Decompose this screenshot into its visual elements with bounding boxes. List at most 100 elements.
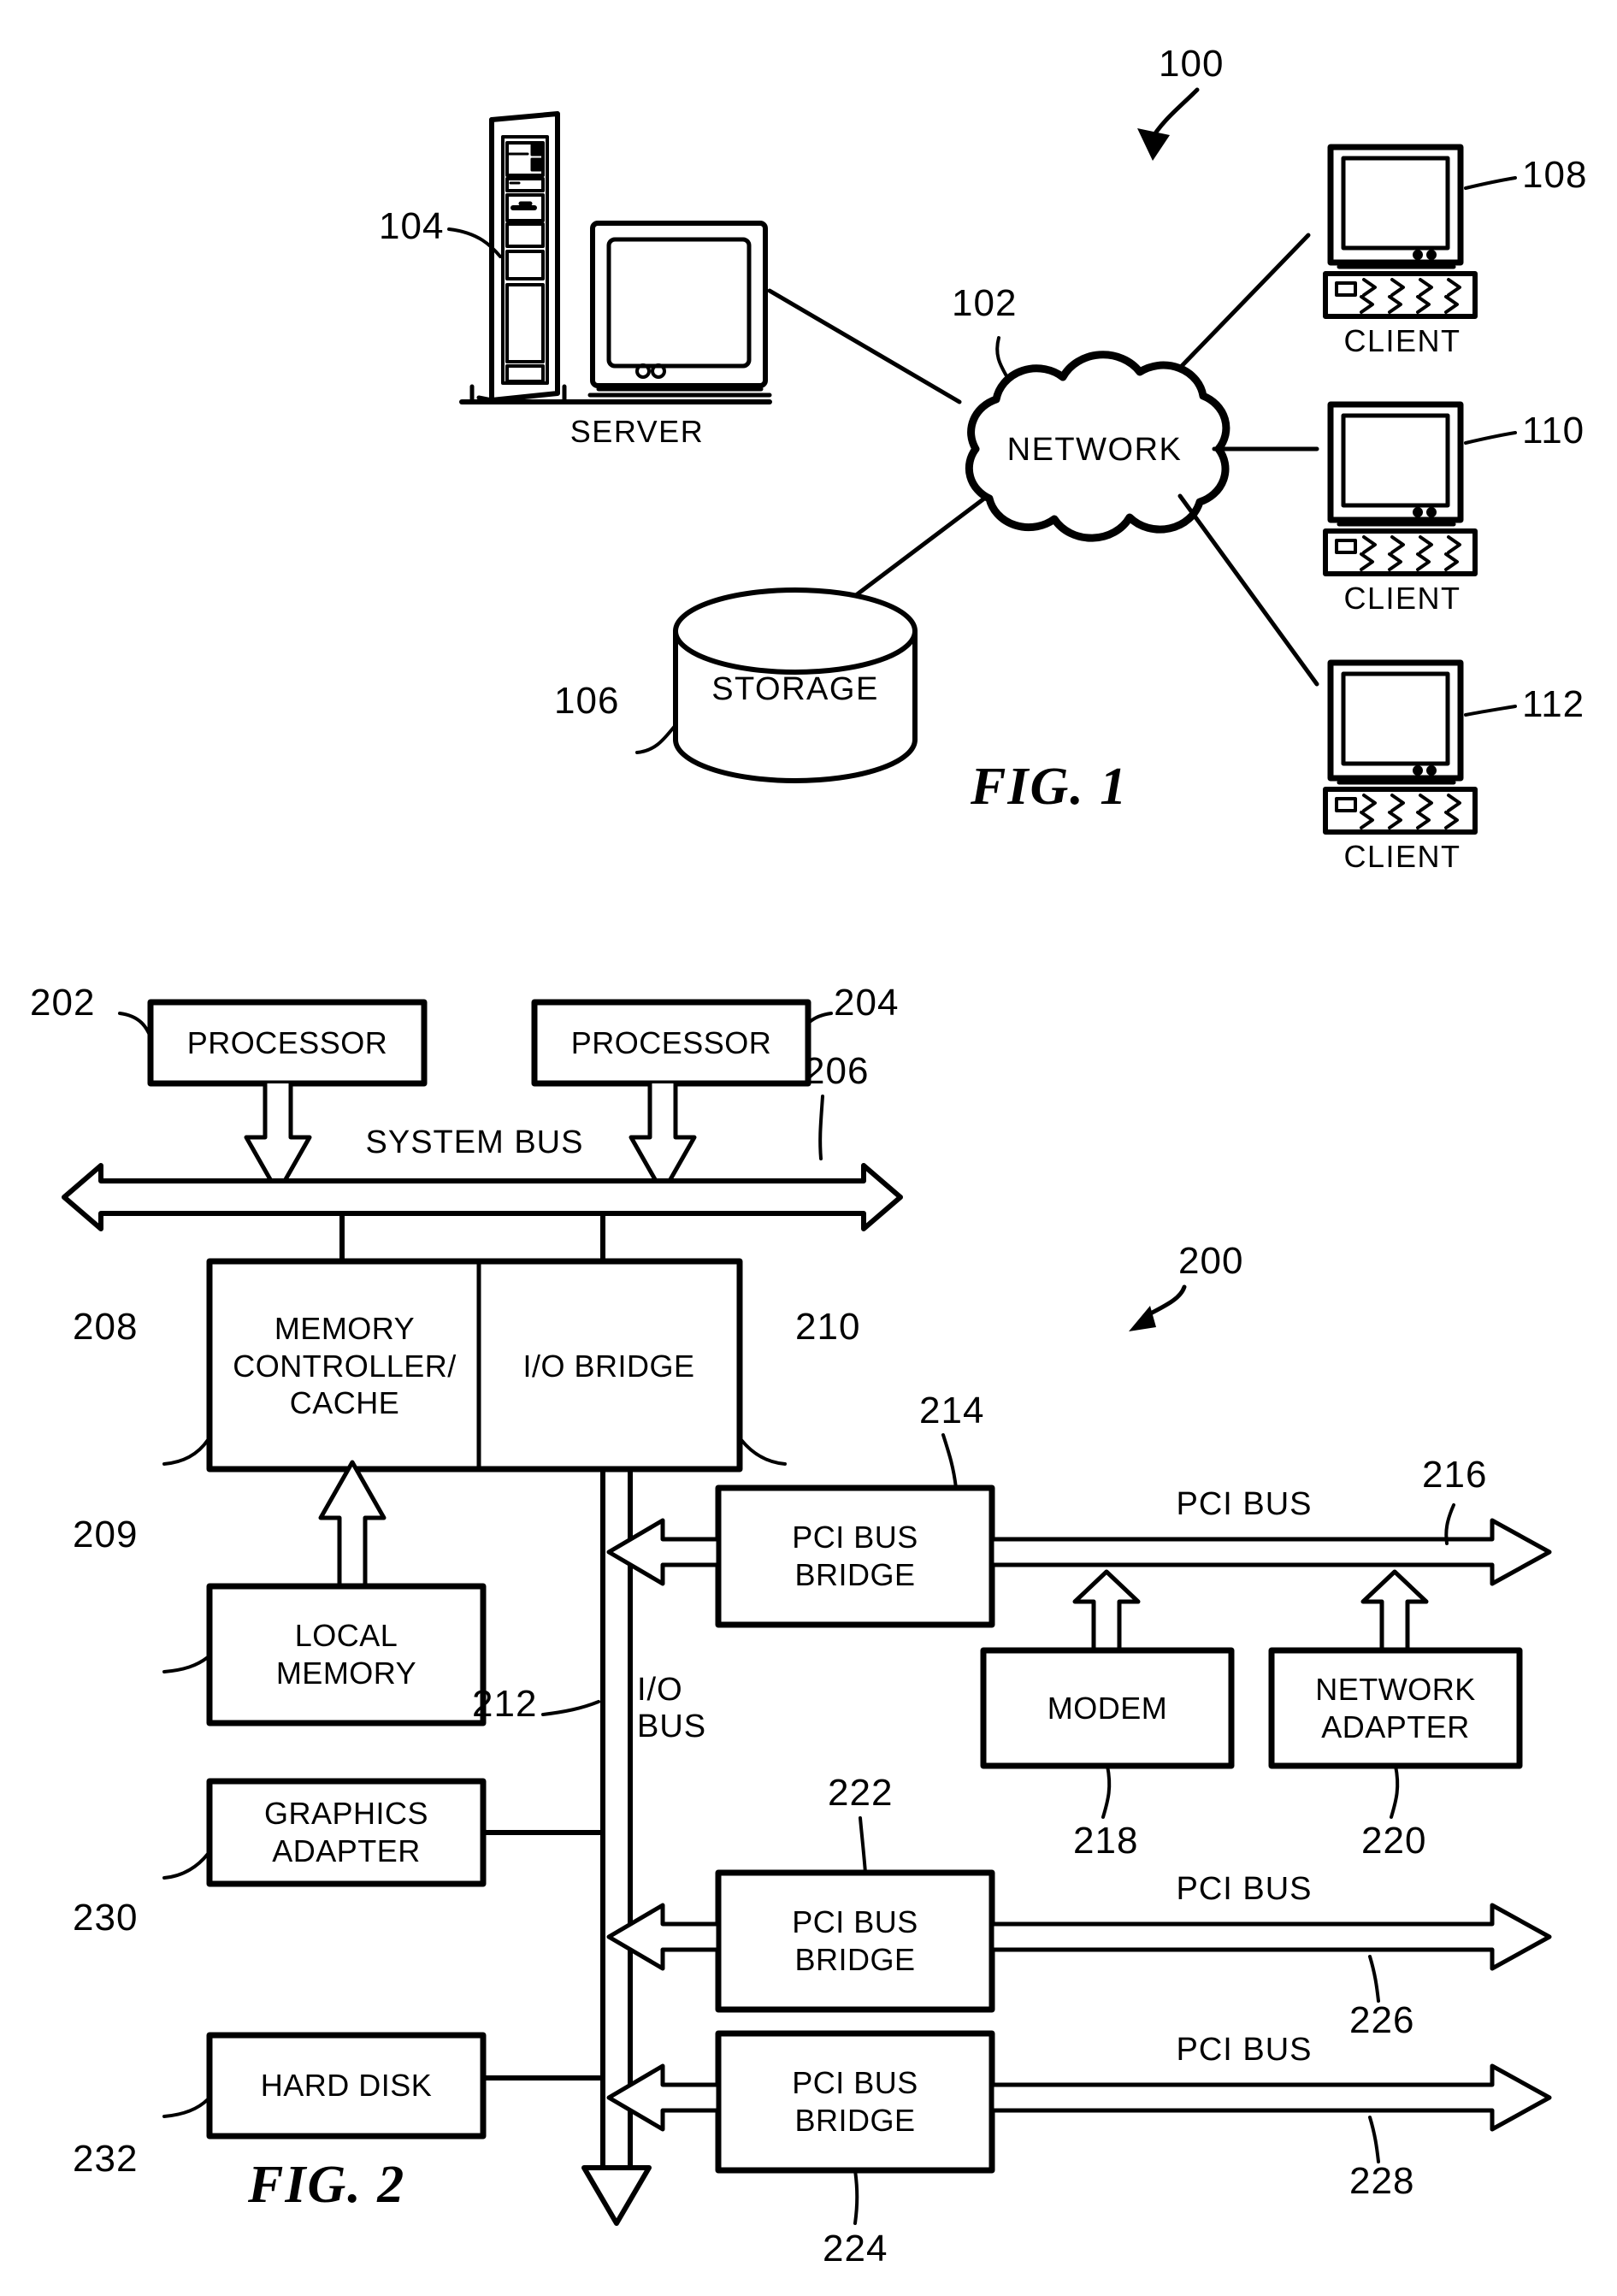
ref-230: 230 (73, 1897, 139, 1939)
pci-bus-3-arrow (989, 2063, 1552, 2132)
server-label: SERVER (569, 414, 705, 449)
link-network-client1 (1177, 233, 1311, 370)
ref-202-leader (118, 1012, 154, 1043)
ref-112-leader (1464, 705, 1517, 717)
io-bus-arrowhead (581, 2165, 652, 2226)
ref-222: 222 (828, 1772, 894, 1814)
pci-bus-bridge-1-line-1: PCI BUS (792, 1520, 918, 1555)
pci-bus-1-label: PCI BUS (1176, 1486, 1313, 1522)
processor-1-label: PROCESSOR (186, 1024, 388, 1060)
pci-bus-3-label: PCI BUS (1176, 2032, 1313, 2068)
pci-bus-bridge-2-label: PCI BUS BRIDGE (718, 1873, 992, 2010)
ref-210: 210 (795, 1306, 861, 1348)
ref-202: 202 (30, 982, 96, 1024)
pci-bus-bridge-1-label: PCI BUS BRIDGE (718, 1488, 992, 1625)
memory-controller-line-1: MEMORY (274, 1310, 416, 1346)
ref-100-leader (1137, 87, 1200, 161)
patent-drawing-sheet: 100 104 SERVER 102 NETWORK 106 STORAGE 1… (0, 0, 1617, 2296)
pci-bus-bridge-3-label: PCI BUS BRIDGE (718, 2033, 992, 2170)
pci-bus-2-arrow (989, 1903, 1552, 1971)
ref-206: 206 (804, 1050, 870, 1092)
server-tower-icon (459, 111, 601, 404)
network-adapter-line-1: NETWORK (1315, 1671, 1476, 1707)
client2-label: CLIENT (1343, 581, 1461, 616)
ref-204: 204 (834, 982, 900, 1024)
client1-icon (1323, 144, 1478, 319)
pci-bus-2-label: PCI BUS (1176, 1871, 1313, 1907)
server-monitor-icon (545, 221, 772, 404)
ref-106: 106 (554, 680, 620, 722)
ref-220: 220 (1361, 1820, 1427, 1862)
processor-2-to-bus-arrow (629, 1081, 697, 1195)
modem-label: MODEM (1047, 1690, 1168, 1726)
ref-102-leader (995, 336, 1011, 382)
ref-110-leader (1464, 431, 1517, 445)
network-adapter-label: NETWORK ADAPTER (1272, 1650, 1520, 1766)
ref-226-leader (1368, 1955, 1380, 2003)
ref-104: 104 (379, 205, 445, 247)
ref-224-leader (853, 2169, 859, 2225)
local-memory-label: LOCAL MEMORY (210, 1586, 483, 1723)
system-bus-label: SYSTEM BUS (365, 1124, 584, 1160)
ref-106-leader (635, 723, 677, 754)
client1-label: CLIENT (1343, 323, 1461, 358)
pci-bus-bridge-2-line-1: PCI BUS (792, 1904, 918, 1940)
ref-112: 112 (1522, 683, 1585, 725)
fig1-title: FIG. 1 (971, 758, 1129, 816)
ref-230-leader (162, 1852, 210, 1880)
ref-218-leader (1101, 1764, 1112, 1819)
ref-208: 208 (73, 1306, 139, 1348)
hard-disk-label: HARD DISK (260, 2068, 433, 2104)
ref-232-leader (162, 2098, 210, 2118)
pci-bridge-1-to-io-bus-arrow (606, 1518, 721, 1586)
local-memory-to-controller-arrow (318, 1460, 387, 1589)
pci-bridge-3-to-io-bus-arrow (606, 2063, 721, 2132)
pci-bus-1-arrow (989, 1518, 1552, 1586)
system-bus-arrow (62, 1163, 903, 1231)
ref-200: 200 (1178, 1240, 1244, 1282)
memory-controller-line-2: CONTROLLER/ (233, 1348, 457, 1384)
pci-bus-bridge-3-line-1: PCI BUS (792, 2065, 918, 2101)
io-bridge-label: I/O BRIDGE (522, 1348, 695, 1384)
pci-bus-bridge-2-line-2: BRIDGE (794, 1942, 916, 1977)
ref-212-leader (541, 1700, 600, 1716)
pci-bridge-2-to-io-bus-arrow (606, 1903, 721, 1971)
local-memory-line-1: LOCAL (294, 1618, 398, 1654)
ref-108: 108 (1522, 154, 1588, 196)
ref-228: 228 (1349, 2160, 1415, 2202)
ref-209: 209 (73, 1514, 139, 1555)
client3-label: CLIENT (1343, 839, 1461, 874)
ref-232: 232 (73, 2138, 139, 2180)
client3-icon (1323, 659, 1478, 835)
network-adapter-to-pci-arrow (1360, 1569, 1429, 1653)
ref-214-leader (941, 1433, 958, 1490)
client2-icon (1323, 401, 1478, 576)
network-label: NETWORK (1006, 432, 1183, 468)
ref-214: 214 (919, 1390, 985, 1431)
ref-208-leader (162, 1438, 210, 1466)
graphics-adapter-line-2: ADAPTER (272, 1833, 421, 1868)
ref-206-leader (818, 1095, 824, 1160)
local-memory-line-2: MEMORY (275, 1656, 417, 1691)
io-bus-line (600, 1467, 633, 2187)
ref-228-leader (1368, 2116, 1380, 2163)
graphics-adapter-line-1: GRAPHICS (263, 1796, 429, 1832)
storage-label: STORAGE (711, 671, 879, 707)
memory-controller-line-3: CACHE (289, 1385, 400, 1421)
graphics-adapter-label: GRAPHICS ADAPTER (210, 1781, 483, 1884)
ref-216: 216 (1422, 1454, 1488, 1496)
ref-209-leader (162, 1656, 210, 1673)
ref-100: 100 (1159, 43, 1225, 85)
ref-224: 224 (823, 2228, 888, 2269)
ref-110: 110 (1522, 410, 1585, 452)
io-bus-line-1: I/O (637, 1672, 683, 1708)
ref-200-leader (1129, 1284, 1187, 1331)
processor-2-label: PROCESSOR (570, 1024, 772, 1060)
fig2-title: FIG. 2 (248, 2156, 406, 2214)
ref-210-leader (740, 1438, 787, 1466)
ref-226: 226 (1349, 1999, 1415, 2041)
processor-1-to-bus-arrow (244, 1081, 312, 1195)
pci-bus-bridge-3-line-2: BRIDGE (794, 2103, 916, 2138)
io-bus-line-2: BUS (637, 1709, 707, 1744)
network-adapter-line-2: ADAPTER (1321, 1709, 1470, 1744)
